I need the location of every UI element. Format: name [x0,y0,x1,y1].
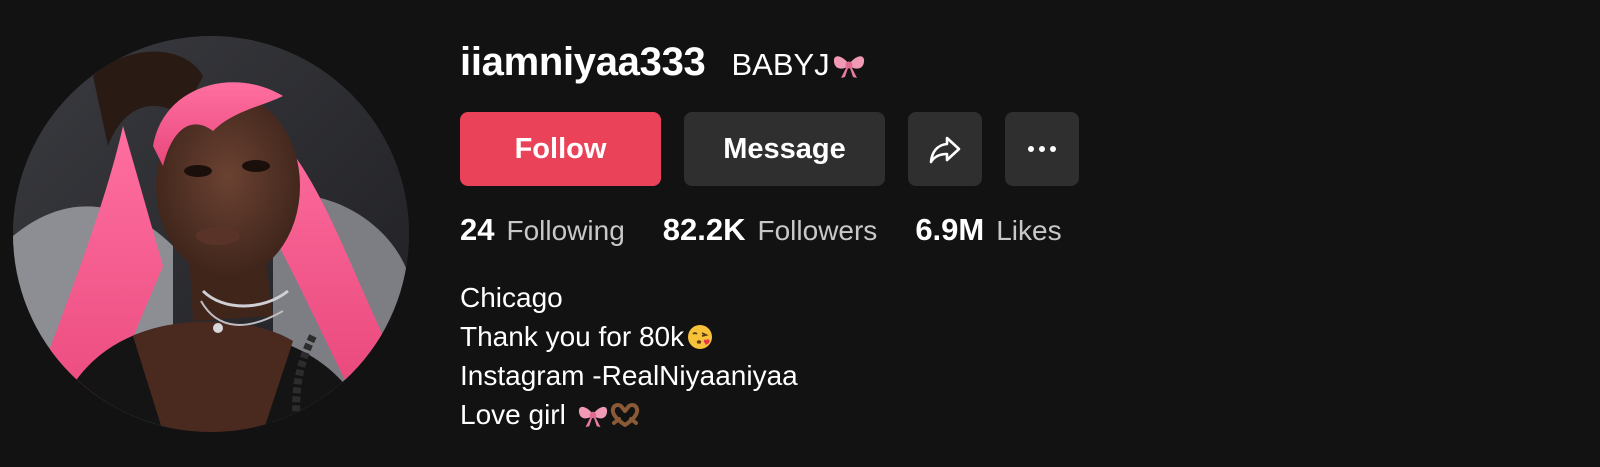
stat-followers[interactable]: 82.2K Followers [663,212,878,248]
profile-bio: Chicago Thank you for 80k Instagram -Rea… [460,278,798,434]
bio-line: Love girl [460,395,798,434]
nickname-text: BABYJ [731,47,830,82]
profile-stats: 24 Following 82.2K Followers 6.9M Likes [460,212,1062,248]
profile-actions: Follow Message [460,112,1079,186]
follow-button[interactable]: Follow [460,112,661,186]
bio-line: Chicago [460,278,798,317]
heart-hands-icon [610,402,639,427]
bio-line: Instagram -RealNiyaaniyaa [460,356,798,395]
more-dots-icon [1028,146,1056,152]
share-arrow-icon [929,136,961,164]
ribbon-bow-icon [578,406,607,427]
likes-label: Likes [996,215,1062,246]
bio-location: Chicago [460,282,563,313]
profile-header: iiamniyaa333 BABYJ [460,40,867,85]
bio-love: Love girl [460,399,574,430]
followers-count: 82.2K [662,212,746,247]
following-label: Following [506,215,625,246]
bio-thanks: Thank you for 80k [460,321,685,352]
kissing-face-emoji-icon [688,324,713,349]
message-button[interactable]: Message [684,112,885,186]
share-button[interactable] [908,112,982,186]
followers-label: Followers [757,215,878,246]
following-count: 24 [460,212,495,247]
username: iiamniyaa333 [460,40,706,84]
avatar[interactable] [13,36,409,432]
bio-line: Thank you for 80k [460,317,798,356]
more-options-button[interactable] [1005,112,1079,186]
stat-following[interactable]: 24 Following [460,212,625,248]
stat-likes: 6.9M Likes [915,212,1061,248]
profile-photo [13,36,409,432]
bio-instagram: Instagram -RealNiyaaniyaa [460,360,798,391]
likes-count: 6.9M [915,212,985,247]
ribbon-bow-icon [833,56,864,78]
nickname: BABYJ [731,47,866,83]
profile-page: iiamniyaa333 BABYJ Follow Message 24 Fol… [0,0,1600,467]
